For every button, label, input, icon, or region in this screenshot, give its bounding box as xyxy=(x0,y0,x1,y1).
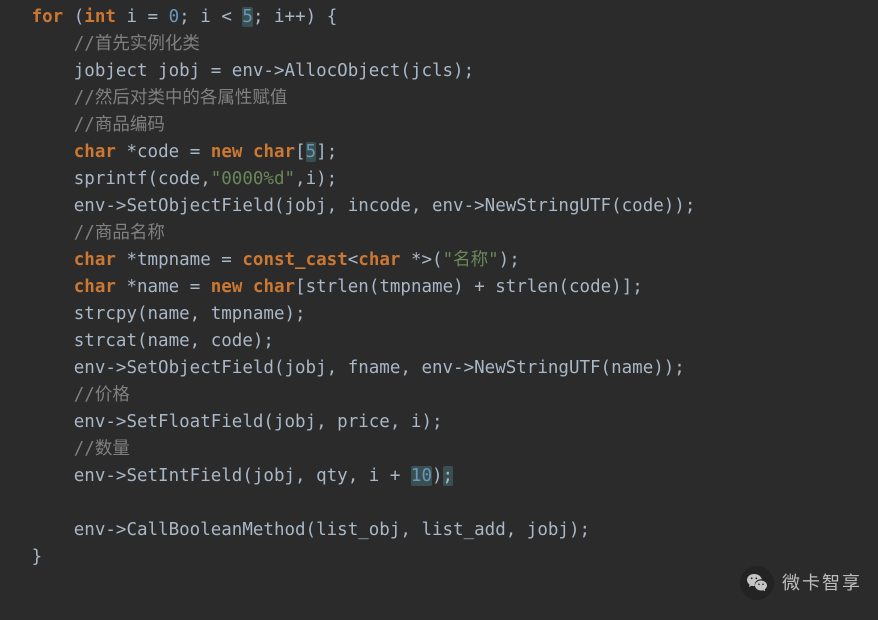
watermark-text: 微卡智享 xyxy=(782,570,862,597)
code-block: for (int i = 0; i < 5; i++) { //首先实例化类 j… xyxy=(0,0,878,571)
wechat-icon xyxy=(740,566,774,600)
watermark: 微卡智享 xyxy=(740,566,862,600)
